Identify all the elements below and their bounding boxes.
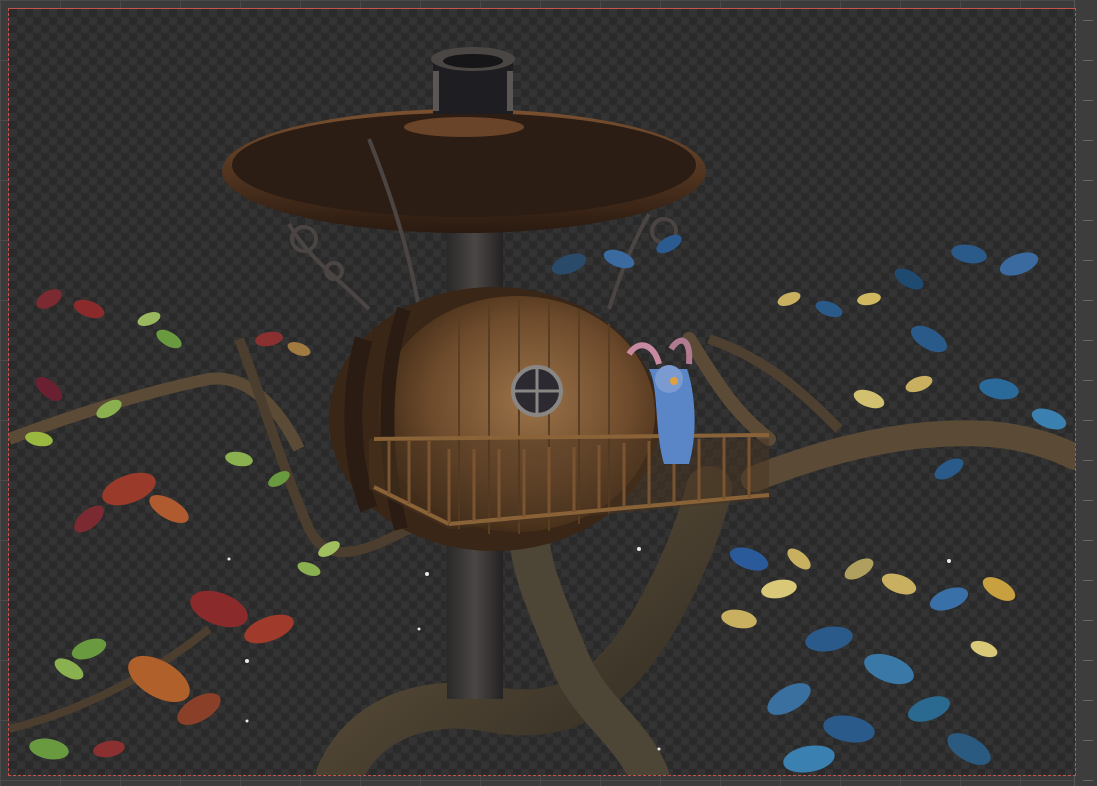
strip-tick — [1083, 180, 1093, 181]
chimney — [431, 47, 515, 114]
strip-tick — [1083, 460, 1093, 461]
strip-tick — [1083, 700, 1093, 701]
3d-viewport[interactable] — [0, 0, 1097, 786]
strip-tick — [1083, 500, 1093, 501]
strip-tick — [1083, 340, 1093, 341]
strip-tick — [1083, 780, 1093, 781]
rendered-scene — [9, 47, 1075, 775]
strip-tick — [1083, 20, 1093, 21]
strip-tick — [1083, 140, 1093, 141]
strip-tick — [1083, 660, 1093, 661]
strip-tick — [1083, 220, 1093, 221]
strip-tick — [1083, 420, 1093, 421]
red-foliage — [25, 289, 340, 760]
strip-tick — [1083, 300, 1093, 301]
strip-tick — [1083, 740, 1093, 741]
strip-tick — [1083, 620, 1093, 621]
camera-render-frame[interactable] — [8, 8, 1076, 776]
strip-tick — [1083, 60, 1093, 61]
viewport-side-strip — [1074, 0, 1097, 786]
strip-tick — [1083, 260, 1093, 261]
treehouse-roof — [222, 109, 706, 233]
strip-tick — [1083, 540, 1093, 541]
strip-tick — [1083, 580, 1093, 581]
strip-tick — [1083, 380, 1093, 381]
strip-tick — [1083, 100, 1093, 101]
round-window — [511, 365, 563, 417]
camera-frame-border — [9, 8, 1075, 9]
